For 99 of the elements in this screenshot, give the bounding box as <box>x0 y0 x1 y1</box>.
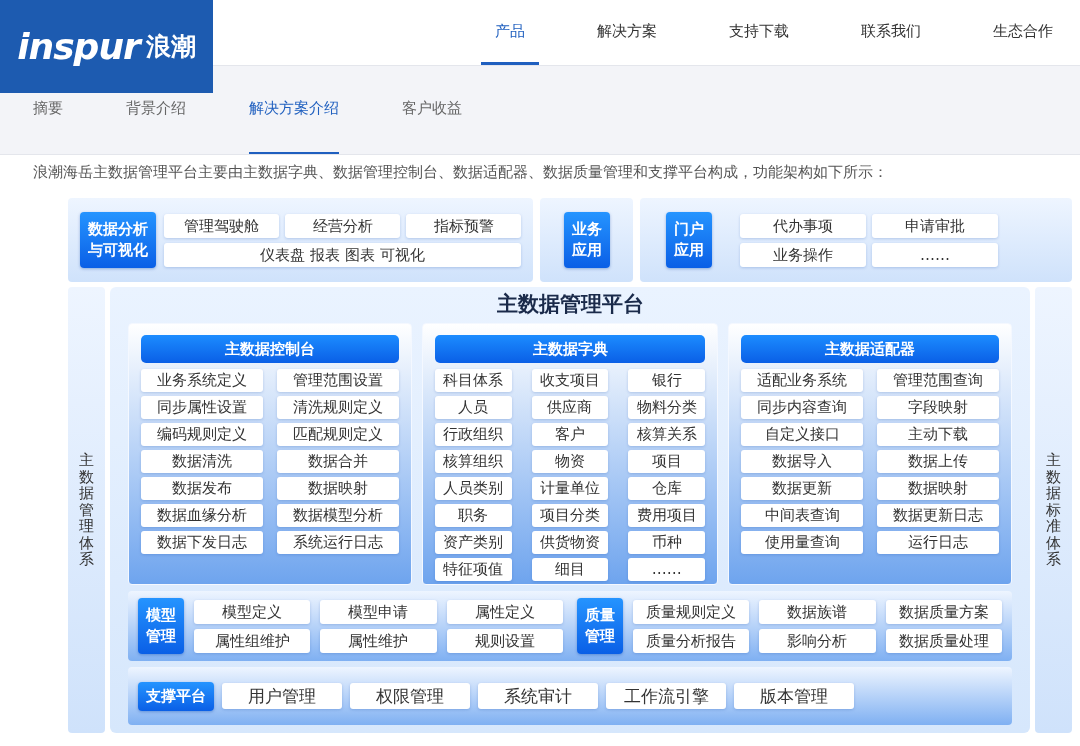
feature-chip: 人员类别 <box>434 477 512 500</box>
feature-chip: …… <box>872 242 998 267</box>
section-tab[interactable]: 客户收益 <box>402 98 462 154</box>
feature-chip: 币种 <box>628 531 706 554</box>
section-tab[interactable]: 摘要 <box>33 98 63 154</box>
category-label: 模型管理 <box>138 598 184 654</box>
feature-chip: 管理驾驶舱 <box>164 213 279 238</box>
category-label: 质量管理 <box>577 598 623 654</box>
feature-chip: 使用量查询 <box>741 531 864 554</box>
section-tab[interactable]: 解决方案介绍 <box>249 98 339 154</box>
feature-chip: 供货物资 <box>531 531 609 554</box>
feature-chip: 数据发布 <box>141 477 263 500</box>
feature-chip: 数据质量处理 <box>885 628 1002 653</box>
platform-title: 主数据管理平台 <box>496 291 644 317</box>
module-title: 主数据字典 <box>434 335 706 363</box>
category-label: 数据分析与可视化 <box>80 212 156 268</box>
category-label: 支撑平台 <box>138 681 214 711</box>
feature-chip: 版本管理 <box>734 683 854 709</box>
feature-chip: 数据血缘分析 <box>141 504 263 527</box>
intro-text: 浪潮海岳主数据管理平台主要由主数据字典、数据管理控制台、数据适配器、数据质量管理和支撑平台构成，功能架构如下所示： <box>33 162 889 182</box>
feature-chip: 供应商 <box>531 396 609 419</box>
feature-chip: 银行 <box>628 369 706 392</box>
module-title: 主数据适配器 <box>741 335 999 363</box>
feature-chip: 自定义接口 <box>741 423 864 446</box>
feature-chip: 同步内容查询 <box>741 396 864 419</box>
feature-chip: 项目分类 <box>531 504 609 527</box>
feature-chip: 数据模型分析 <box>276 504 399 527</box>
feature-chip: 业务系统定义 <box>141 369 263 392</box>
feature-chip: 清洗规则定义 <box>276 396 399 419</box>
feature-chip: 规则设置 <box>446 628 563 653</box>
feature-chip: 属性组维护 <box>194 628 311 653</box>
feature-chip: 管理范围设置 <box>276 369 399 392</box>
feature-chip: 同步属性设置 <box>141 396 263 419</box>
feature-chip: 行政组织 <box>434 423 512 446</box>
nav-tab[interactable]: 联系我们 <box>847 0 935 65</box>
category-label: 业务应用 <box>563 212 610 268</box>
feature-chip: 运行日志 <box>877 531 999 554</box>
feature-chip: 质量规则定义 <box>633 599 750 624</box>
feature-chip: 经营分析 <box>285 213 400 238</box>
feature-chip: 物资 <box>531 450 609 473</box>
feature-chip: 数据更新 <box>741 477 864 500</box>
feature-chip: 收支项目 <box>531 369 609 392</box>
feature-chip: 系统审计 <box>478 683 598 709</box>
feature-chip: 数据上传 <box>877 450 999 473</box>
side-label: 主数据管理体系 <box>68 287 105 733</box>
nav-tab[interactable]: 生态合作 <box>979 0 1067 65</box>
feature-chip: 客户 <box>531 423 609 446</box>
feature-chip: …… <box>628 558 706 581</box>
feature-chip: 数据导入 <box>741 450 864 473</box>
module-title: 主数据控制台 <box>141 335 399 363</box>
feature-chip: 管理范围查询 <box>877 369 999 392</box>
feature-chip: 数据合并 <box>276 450 399 473</box>
nav-tab[interactable]: 解决方案 <box>583 0 671 65</box>
section-tab[interactable]: 背景介绍 <box>126 98 186 154</box>
side-label: 主数据标准体系 <box>1035 287 1072 733</box>
feature-chip: 属性维护 <box>320 628 437 653</box>
feature-chip: 工作流引擎 <box>606 683 726 709</box>
feature-chip: 业务操作 <box>740 242 866 267</box>
feature-chip: 数据下发日志 <box>141 531 263 554</box>
feature-chip: 核算组织 <box>434 450 512 473</box>
feature-chip: 人员 <box>434 396 512 419</box>
nav-tab[interactable]: 支持下载 <box>715 0 803 65</box>
feature-chip: 数据质量方案 <box>885 599 1002 624</box>
feature-chip: 字段映射 <box>877 396 999 419</box>
feature-chip: 适配业务系统 <box>741 369 864 392</box>
feature-chip: 特征项值 <box>434 558 512 581</box>
feature-chip: 数据清洗 <box>141 450 263 473</box>
feature-chip: 权限管理 <box>350 683 470 709</box>
feature-chip: 申请审批 <box>872 213 998 238</box>
feature-chip: 用户管理 <box>222 683 342 709</box>
feature-chip: 代办事项 <box>740 213 866 238</box>
feature-chip: 物料分类 <box>628 396 706 419</box>
feature-chip: 数据映射 <box>276 477 399 500</box>
feature-chip: 属性定义 <box>446 599 563 624</box>
feature-chip: 仓库 <box>628 477 706 500</box>
feature-chip: 模型定义 <box>194 599 311 624</box>
feature-chip: 科目体系 <box>434 369 512 392</box>
logo[interactable]: inspur 浪潮 <box>0 0 213 93</box>
feature-chip: 仪表盘 报表 图表 可视化 <box>164 242 521 267</box>
feature-chip: 编码规则定义 <box>141 423 263 446</box>
feature-chip: 中间表查询 <box>741 504 864 527</box>
feature-chip: 系统运行日志 <box>276 531 399 554</box>
feature-chip: 细目 <box>531 558 609 581</box>
feature-chip: 资产类别 <box>434 531 512 554</box>
feature-chip: 数据族谱 <box>759 599 876 624</box>
feature-chip: 计量单位 <box>531 477 609 500</box>
feature-chip: 数据映射 <box>877 477 999 500</box>
feature-chip: 影响分析 <box>759 628 876 653</box>
feature-chip: 主动下载 <box>877 423 999 446</box>
category-label: 门户应用 <box>666 212 712 268</box>
feature-chip: 项目 <box>628 450 706 473</box>
feature-chip: 职务 <box>434 504 512 527</box>
feature-chip: 模型申请 <box>320 599 437 624</box>
feature-chip: 指标预警 <box>406 213 521 238</box>
feature-chip: 费用项目 <box>628 504 706 527</box>
feature-chip: 数据更新日志 <box>877 504 999 527</box>
feature-chip: 核算关系 <box>628 423 706 446</box>
feature-chip: 质量分析报告 <box>633 628 750 653</box>
feature-chip: 匹配规则定义 <box>276 423 399 446</box>
